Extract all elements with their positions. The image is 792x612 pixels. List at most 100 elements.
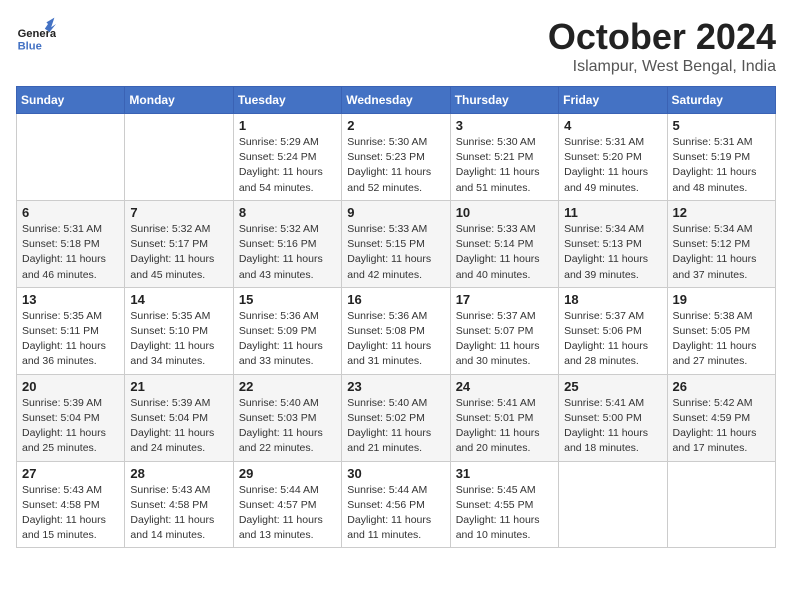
week-row-2: 6 Sunrise: 5:31 AMSunset: 5:18 PMDaylight… (17, 200, 776, 287)
calendar-cell: 11 Sunrise: 5:34 AMSunset: 5:13 PMDayligh… (559, 200, 667, 287)
col-header-thursday: Thursday (450, 87, 558, 114)
calendar-cell: 19 Sunrise: 5:38 AMSunset: 5:05 PMDayligh… (667, 287, 775, 374)
calendar-cell: 6 Sunrise: 5:31 AMSunset: 5:18 PMDaylight… (17, 200, 125, 287)
day-number: 13 (22, 292, 119, 307)
calendar-cell: 14 Sunrise: 5:35 AMSunset: 5:10 PMDayligh… (125, 287, 233, 374)
day-number: 26 (673, 379, 770, 394)
day-number: 31 (456, 466, 553, 481)
day-number: 28 (130, 466, 227, 481)
day-info: Sunrise: 5:30 AMSunset: 5:23 PMDaylight:… (347, 135, 444, 196)
day-number: 2 (347, 118, 444, 133)
day-info: Sunrise: 5:35 AMSunset: 5:10 PMDaylight:… (130, 309, 227, 370)
calendar-cell: 20 Sunrise: 5:39 AMSunset: 5:04 PMDayligh… (17, 374, 125, 461)
calendar-cell: 16Sunrise: 5:36 AMSunset: 5:08 PMDayligh… (342, 287, 450, 374)
day-number: 21 (130, 379, 227, 394)
calendar-cell: 5 Sunrise: 5:31 AMSunset: 5:19 PMDaylight… (667, 114, 775, 201)
day-number: 19 (673, 292, 770, 307)
day-number: 7 (130, 205, 227, 220)
location: Islampur, West Bengal, India (548, 58, 776, 76)
day-number: 20 (22, 379, 119, 394)
calendar-table: SundayMondayTuesdayWednesdayThursdayFrid… (16, 86, 776, 548)
day-number: 14 (130, 292, 227, 307)
day-info: Sunrise: 5:40 AMSunset: 5:02 PMDaylight:… (347, 396, 444, 457)
day-info: Sunrise: 5:34 AMSunset: 5:13 PMDaylight:… (564, 222, 661, 283)
calendar-cell: 30Sunrise: 5:44 AMSunset: 4:56 PMDayligh… (342, 461, 450, 548)
calendar-cell (17, 114, 125, 201)
day-info: Sunrise: 5:35 AMSunset: 5:11 PMDaylight:… (22, 309, 119, 370)
day-info: Sunrise: 5:29 AMSunset: 5:24 PMDaylight:… (239, 135, 336, 196)
day-info: Sunrise: 5:31 AMSunset: 5:18 PMDaylight:… (22, 222, 119, 283)
day-number: 23 (347, 379, 444, 394)
day-info: Sunrise: 5:43 AMSunset: 4:58 PMDaylight:… (130, 483, 227, 544)
day-number: 9 (347, 205, 444, 220)
day-info: Sunrise: 5:44 AMSunset: 4:57 PMDaylight:… (239, 483, 336, 544)
calendar-cell: 23 Sunrise: 5:40 AMSunset: 5:02 PMDayligh… (342, 374, 450, 461)
calendar-cell: 8 Sunrise: 5:32 AMSunset: 5:16 PMDaylight… (233, 200, 341, 287)
day-info: Sunrise: 5:45 AMSunset: 4:55 PMDaylight:… (456, 483, 553, 544)
day-info: Sunrise: 5:36 AMSunset: 5:09 PMDaylight:… (239, 309, 336, 370)
calendar-cell: 12 Sunrise: 5:34 AMSunset: 5:12 PMDayligh… (667, 200, 775, 287)
day-number: 11 (564, 205, 661, 220)
day-number: 29 (239, 466, 336, 481)
calendar-cell: 21 Sunrise: 5:39 AMSunset: 5:04 PMDayligh… (125, 374, 233, 461)
day-number: 22 (239, 379, 336, 394)
calendar-cell: 1 Sunrise: 5:29 AMSunset: 5:24 PMDaylight… (233, 114, 341, 201)
calendar-cell: 29 Sunrise: 5:44 AMSunset: 4:57 PMDayligh… (233, 461, 341, 548)
day-number: 4 (564, 118, 661, 133)
week-row-1: 1 Sunrise: 5:29 AMSunset: 5:24 PMDaylight… (17, 114, 776, 201)
day-info: Sunrise: 5:43 AMSunset: 4:58 PMDaylight:… (22, 483, 119, 544)
calendar-cell (125, 114, 233, 201)
calendar-cell: 7 Sunrise: 5:32 AMSunset: 5:17 PMDaylight… (125, 200, 233, 287)
day-info: Sunrise: 5:30 AMSunset: 5:21 PMDaylight:… (456, 135, 553, 196)
day-info: Sunrise: 5:39 AMSunset: 5:04 PMDaylight:… (22, 396, 119, 457)
page-header: General Blue October 2024 Islampur, West… (16, 16, 776, 76)
day-number: 12 (673, 205, 770, 220)
day-info: Sunrise: 5:36 AMSunset: 5:08 PMDaylight:… (347, 309, 444, 370)
week-row-5: 27 Sunrise: 5:43 AMSunset: 4:58 PMDayligh… (17, 461, 776, 548)
calendar-cell: 28 Sunrise: 5:43 AMSunset: 4:58 PMDayligh… (125, 461, 233, 548)
calendar-cell: 15 Sunrise: 5:36 AMSunset: 5:09 PMDayligh… (233, 287, 341, 374)
day-info: Sunrise: 5:39 AMSunset: 5:04 PMDaylight:… (130, 396, 227, 457)
day-info: Sunrise: 5:32 AMSunset: 5:17 PMDaylight:… (130, 222, 227, 283)
day-info: Sunrise: 5:40 AMSunset: 5:03 PMDaylight:… (239, 396, 336, 457)
week-row-4: 20 Sunrise: 5:39 AMSunset: 5:04 PMDayligh… (17, 374, 776, 461)
logo-icon: General Blue (16, 16, 56, 56)
calendar-cell (559, 461, 667, 548)
day-number: 1 (239, 118, 336, 133)
day-info: Sunrise: 5:37 AMSunset: 5:06 PMDaylight:… (564, 309, 661, 370)
day-number: 18 (564, 292, 661, 307)
day-number: 3 (456, 118, 553, 133)
week-row-3: 13 Sunrise: 5:35 AMSunset: 5:11 PMDayligh… (17, 287, 776, 374)
logo: General Blue (16, 16, 56, 56)
calendar-cell: 17Sunrise: 5:37 AMSunset: 5:07 PMDayligh… (450, 287, 558, 374)
calendar-cell: 27 Sunrise: 5:43 AMSunset: 4:58 PMDayligh… (17, 461, 125, 548)
day-info: Sunrise: 5:41 AMSunset: 5:00 PMDaylight:… (564, 396, 661, 457)
col-header-wednesday: Wednesday (342, 87, 450, 114)
day-number: 8 (239, 205, 336, 220)
col-header-monday: Monday (125, 87, 233, 114)
day-info: Sunrise: 5:42 AMSunset: 4:59 PMDaylight:… (673, 396, 770, 457)
calendar-cell: 9 Sunrise: 5:33 AMSunset: 5:15 PMDaylight… (342, 200, 450, 287)
day-info: Sunrise: 5:33 AMSunset: 5:15 PMDaylight:… (347, 222, 444, 283)
day-info: Sunrise: 5:32 AMSunset: 5:16 PMDaylight:… (239, 222, 336, 283)
day-info: Sunrise: 5:34 AMSunset: 5:12 PMDaylight:… (673, 222, 770, 283)
day-info: Sunrise: 5:38 AMSunset: 5:05 PMDaylight:… (673, 309, 770, 370)
day-number: 27 (22, 466, 119, 481)
calendar-cell: 26 Sunrise: 5:42 AMSunset: 4:59 PMDayligh… (667, 374, 775, 461)
title-section: October 2024 Islampur, West Bengal, Indi… (548, 16, 776, 76)
svg-text:Blue: Blue (18, 41, 42, 53)
day-number: 30 (347, 466, 444, 481)
calendar-cell: 10Sunrise: 5:33 AMSunset: 5:14 PMDayligh… (450, 200, 558, 287)
day-number: 15 (239, 292, 336, 307)
calendar-cell (667, 461, 775, 548)
calendar-cell: 22 Sunrise: 5:40 AMSunset: 5:03 PMDayligh… (233, 374, 341, 461)
day-info: Sunrise: 5:31 AMSunset: 5:19 PMDaylight:… (673, 135, 770, 196)
day-number: 10 (456, 205, 553, 220)
day-number: 5 (673, 118, 770, 133)
day-info: Sunrise: 5:37 AMSunset: 5:07 PMDaylight:… (456, 309, 553, 370)
calendar-cell: 25Sunrise: 5:41 AMSunset: 5:00 PMDayligh… (559, 374, 667, 461)
calendar-cell: 18 Sunrise: 5:37 AMSunset: 5:06 PMDayligh… (559, 287, 667, 374)
day-number: 6 (22, 205, 119, 220)
col-header-friday: Friday (559, 87, 667, 114)
calendar-cell: 13 Sunrise: 5:35 AMSunset: 5:11 PMDayligh… (17, 287, 125, 374)
